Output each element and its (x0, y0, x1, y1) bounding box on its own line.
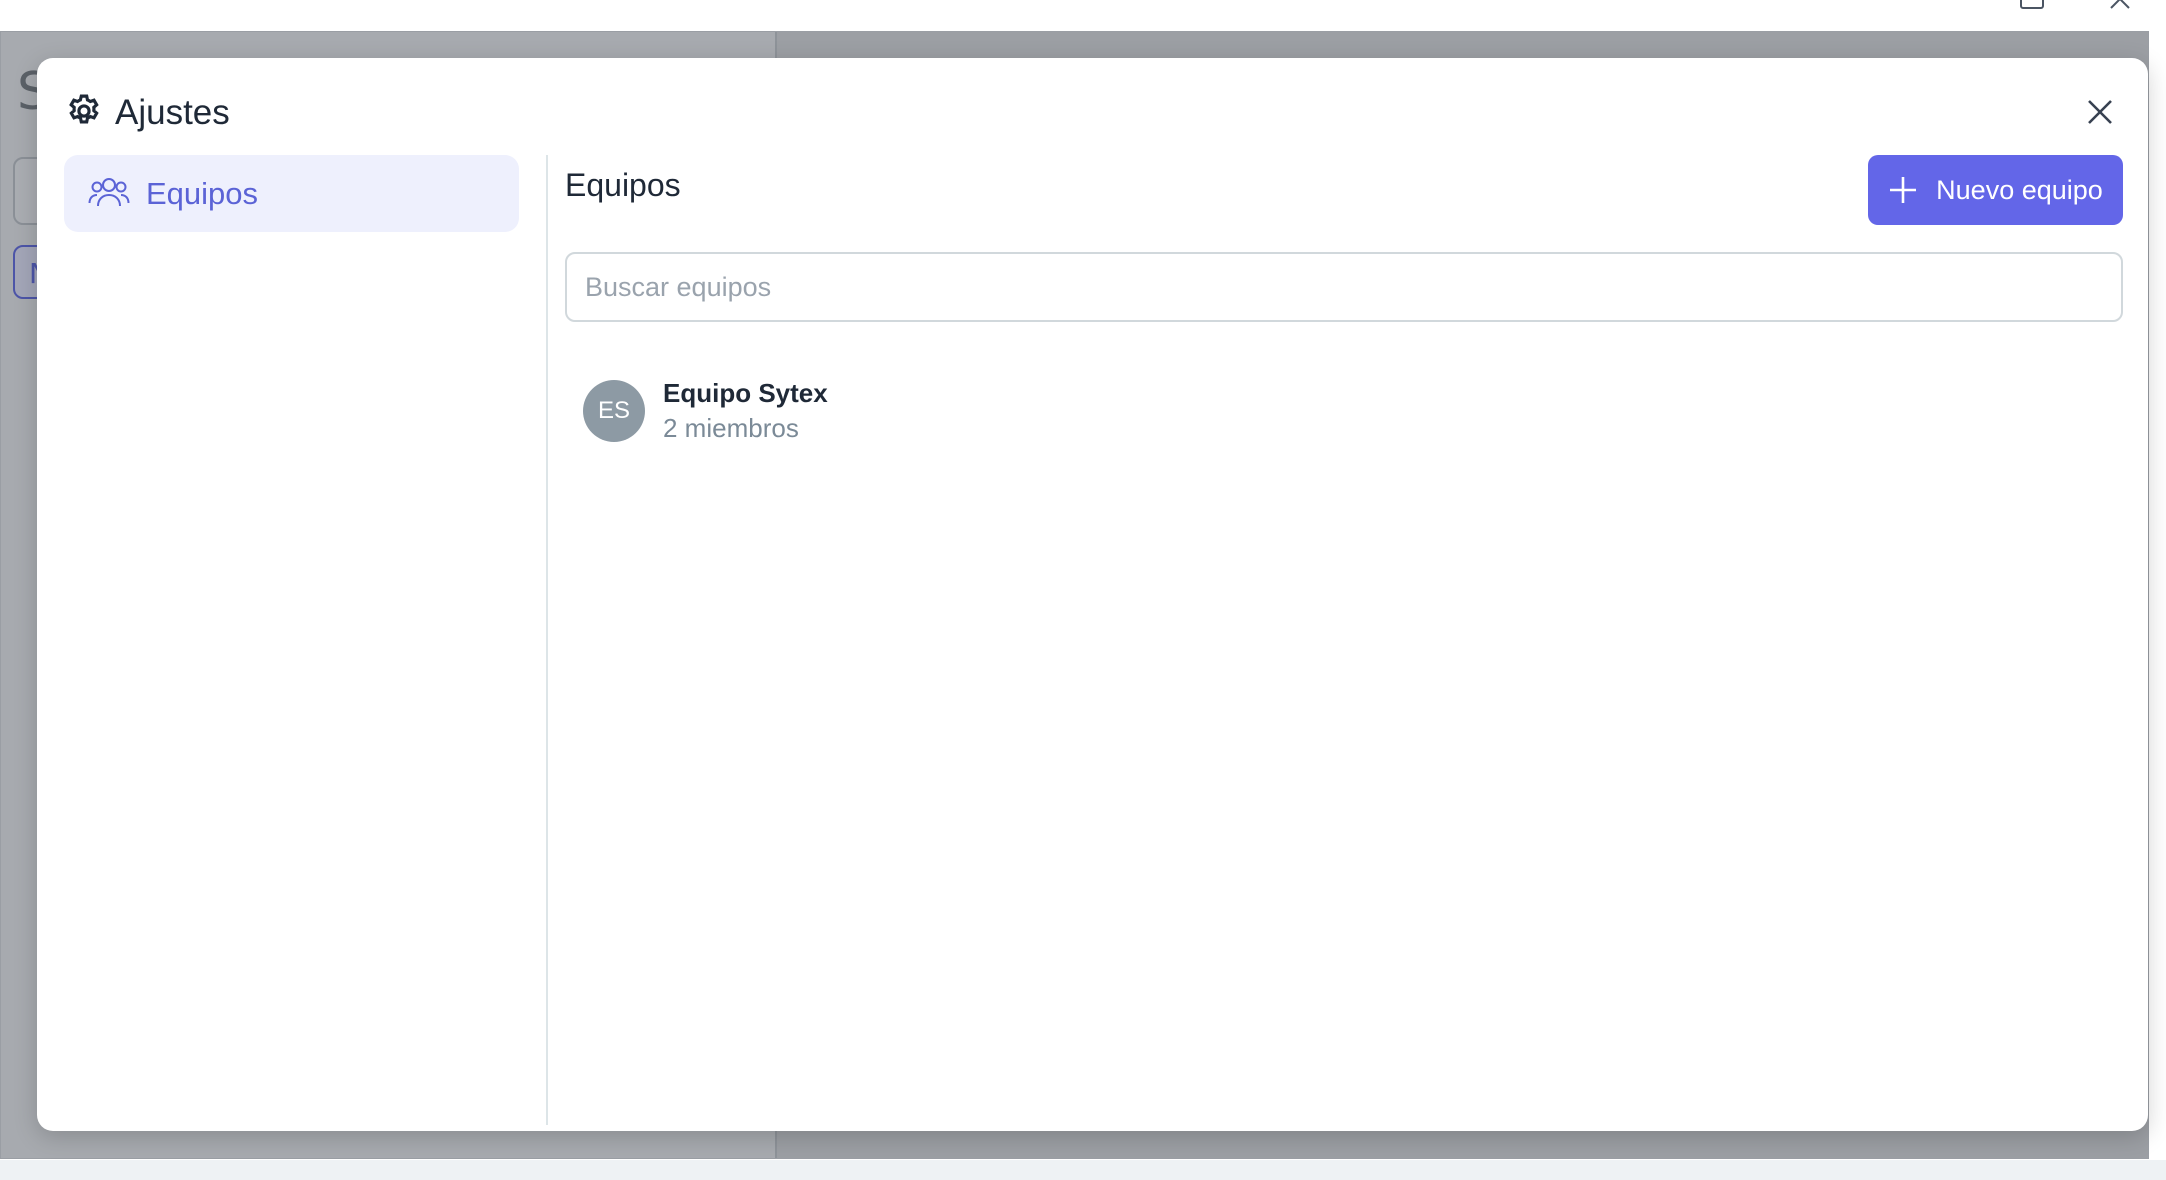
background-bottom-bar (0, 1160, 2166, 1180)
team-text: Equipo Sytex 2 miembros (663, 378, 828, 444)
modal-header: Ajustes (65, 88, 230, 138)
team-members-count: 2 miembros (663, 413, 799, 443)
maximize-button[interactable] (2017, 0, 2047, 10)
plus-icon (1890, 177, 1917, 203)
new-team-label: Nuevo equipo (1936, 174, 2103, 205)
close-button[interactable] (2078, 90, 2122, 134)
window-close-button[interactable] (2105, 0, 2135, 10)
gear-icon (65, 92, 103, 134)
panel-title: Equipos (565, 167, 681, 203)
nav-item-label: Equipos (146, 175, 259, 211)
search-teams-input[interactable] (565, 252, 2123, 322)
modal-divider (546, 155, 548, 1125)
avatar: ES (583, 380, 645, 442)
window-titlebar (0, 0, 2166, 31)
nav-item-equipos[interactable]: Equipos (64, 155, 519, 232)
modal-title: Ajustes (115, 93, 230, 132)
settings-nav: Equipos (64, 155, 519, 232)
settings-modal: Ajustes Equipos Equipos Nuevo equipo Bus… (37, 58, 2148, 1131)
team-list: ES Equipo Sytex 2 miembros (565, 371, 2123, 451)
team-item[interactable]: ES Equipo Sytex 2 miembros (565, 371, 2123, 451)
users-icon (88, 175, 130, 213)
teams-panel: Equipos Nuevo equipo ES Equipo Sytex 2 m… (565, 155, 2123, 1115)
team-name: Equipo Sytex (663, 378, 828, 408)
new-team-button[interactable]: Nuevo equipo (1868, 155, 2123, 225)
close-icon (2088, 100, 2112, 124)
